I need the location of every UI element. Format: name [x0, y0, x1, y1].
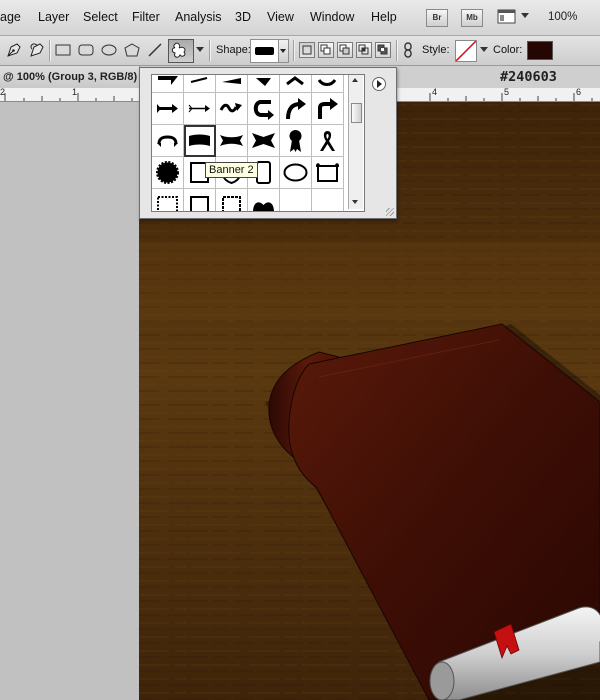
screen-mode-icon[interactable] — [497, 8, 517, 29]
resize-grip-icon[interactable] — [386, 208, 394, 216]
screen-mode-dropdown-icon[interactable] — [521, 13, 529, 18]
blank-cell[interactable] — [312, 189, 344, 211]
color-label: Color: — [493, 44, 523, 56]
ruler-number: 5 — [504, 87, 510, 97]
turn-arrow-icon[interactable] — [312, 93, 344, 125]
shape-picker-preview[interactable] — [250, 39, 279, 63]
ribbon-rosette-icon[interactable] — [280, 125, 312, 157]
menu-help[interactable]: Help — [371, 10, 397, 24]
frame-scroll-icon[interactable] — [312, 157, 344, 189]
pasteboard — [0, 102, 139, 700]
banner-2-icon[interactable] — [184, 125, 216, 157]
bridge-button[interactable]: Br — [426, 9, 448, 27]
options-bar: Shape: Style: Color: — [0, 36, 600, 66]
add-to-shape-area-button[interactable] — [318, 42, 334, 58]
banner-3-icon[interactable] — [216, 125, 248, 157]
shape-grid — [151, 74, 365, 212]
ruler-number: 6 — [576, 87, 582, 97]
pen-tool-icon[interactable] — [5, 41, 23, 59]
scroll-up-arrow-icon[interactable] — [352, 78, 358, 82]
shape-grid-scrollbar[interactable] — [348, 75, 363, 209]
ruler-number: 4 — [432, 87, 438, 97]
scroll-down-arrow-icon[interactable] — [352, 200, 358, 204]
exclude-overlap-button[interactable] — [375, 42, 391, 58]
frame-oval-icon[interactable] — [280, 157, 312, 189]
new-shape-layer-button[interactable] — [299, 42, 315, 58]
arrow-thin-icon[interactable] — [184, 93, 216, 125]
shape-tooltip: Banner 2 — [205, 162, 258, 178]
ruler-number: 1 — [72, 87, 78, 97]
custom-shape-tool-icon[interactable] — [168, 39, 194, 63]
arrow-shape-icon[interactable] — [248, 75, 280, 93]
ruler-number: 2 — [0, 87, 6, 97]
rectangle-tool-icon[interactable] — [54, 41, 72, 59]
menu-view[interactable]: View — [267, 10, 294, 24]
frame-plain-icon[interactable] — [184, 189, 216, 211]
rounded-rectangle-icon[interactable] — [77, 41, 95, 59]
zoom-level[interactable]: 100% — [548, 11, 577, 23]
u-turn-arrow-icon[interactable] — [248, 93, 280, 125]
color-swatch[interactable] — [527, 41, 553, 60]
heart-shape-icon[interactable] — [248, 189, 280, 211]
curved-arrow-icon[interactable] — [280, 93, 312, 125]
custom-shape-picker-popup — [139, 67, 397, 219]
style-label: Style: — [422, 44, 450, 56]
style-dropdown-icon[interactable] — [480, 47, 488, 52]
banner-1-icon[interactable] — [152, 125, 184, 157]
menu-filter[interactable]: Filter — [132, 10, 160, 24]
frame-ornate-icon[interactable] — [216, 189, 248, 211]
ribbon-awareness-icon[interactable] — [312, 125, 344, 157]
ellipse-tool-icon[interactable] — [100, 41, 118, 59]
mini-bridge-button[interactable]: Mb — [461, 9, 483, 27]
freeform-pen-icon[interactable] — [28, 41, 46, 59]
document-tab[interactable]: @ 100% (Group 3, RGB/8) — [0, 66, 140, 88]
menu-image[interactable]: age — [0, 10, 21, 24]
menu-window[interactable]: Window — [310, 10, 354, 24]
menu-analysis[interactable]: Analysis — [175, 10, 222, 24]
menu-select[interactable]: Select — [83, 10, 118, 24]
menu-layer[interactable]: Layer — [38, 10, 69, 24]
arrow-shape-icon[interactable] — [184, 75, 216, 93]
seal-icon[interactable] — [152, 157, 184, 189]
shape-picker-dropdown-button[interactable] — [278, 39, 289, 63]
tool-preset-dropdown-icon[interactable] — [196, 47, 204, 52]
menu-3d[interactable]: 3D — [235, 10, 251, 24]
style-picker-swatch[interactable] — [455, 40, 477, 62]
blank-cell[interactable] — [280, 189, 312, 211]
arrow-shape-icon[interactable] — [152, 75, 184, 93]
frame-stamp-icon[interactable] — [152, 189, 184, 211]
arrow-right-icon[interactable] — [152, 93, 184, 125]
polygon-tool-icon[interactable] — [123, 41, 141, 59]
arrow-shape-icon[interactable] — [312, 75, 344, 93]
arrow-shape-icon[interactable] — [280, 75, 312, 93]
menu-bar: age Layer Select Filter Analysis 3D View… — [0, 0, 600, 36]
picker-menu-arrow-icon[interactable] — [372, 77, 386, 91]
arrow-shape-icon[interactable] — [216, 75, 248, 93]
shape-label: Shape: — [216, 44, 251, 56]
scroll-thumb[interactable] — [351, 103, 362, 123]
banner-4-icon[interactable] — [248, 125, 280, 157]
document-title: @ 100% (Group 3, RGB/8) — [3, 71, 138, 83]
link-icon[interactable] — [402, 41, 414, 59]
intersect-shape-areas-button[interactable] — [356, 42, 372, 58]
wave-arrow-icon[interactable] — [216, 93, 248, 125]
subtract-shape-area-button[interactable] — [337, 42, 353, 58]
hex-color-label: #240603 — [500, 69, 557, 85]
line-tool-icon[interactable] — [146, 41, 164, 59]
